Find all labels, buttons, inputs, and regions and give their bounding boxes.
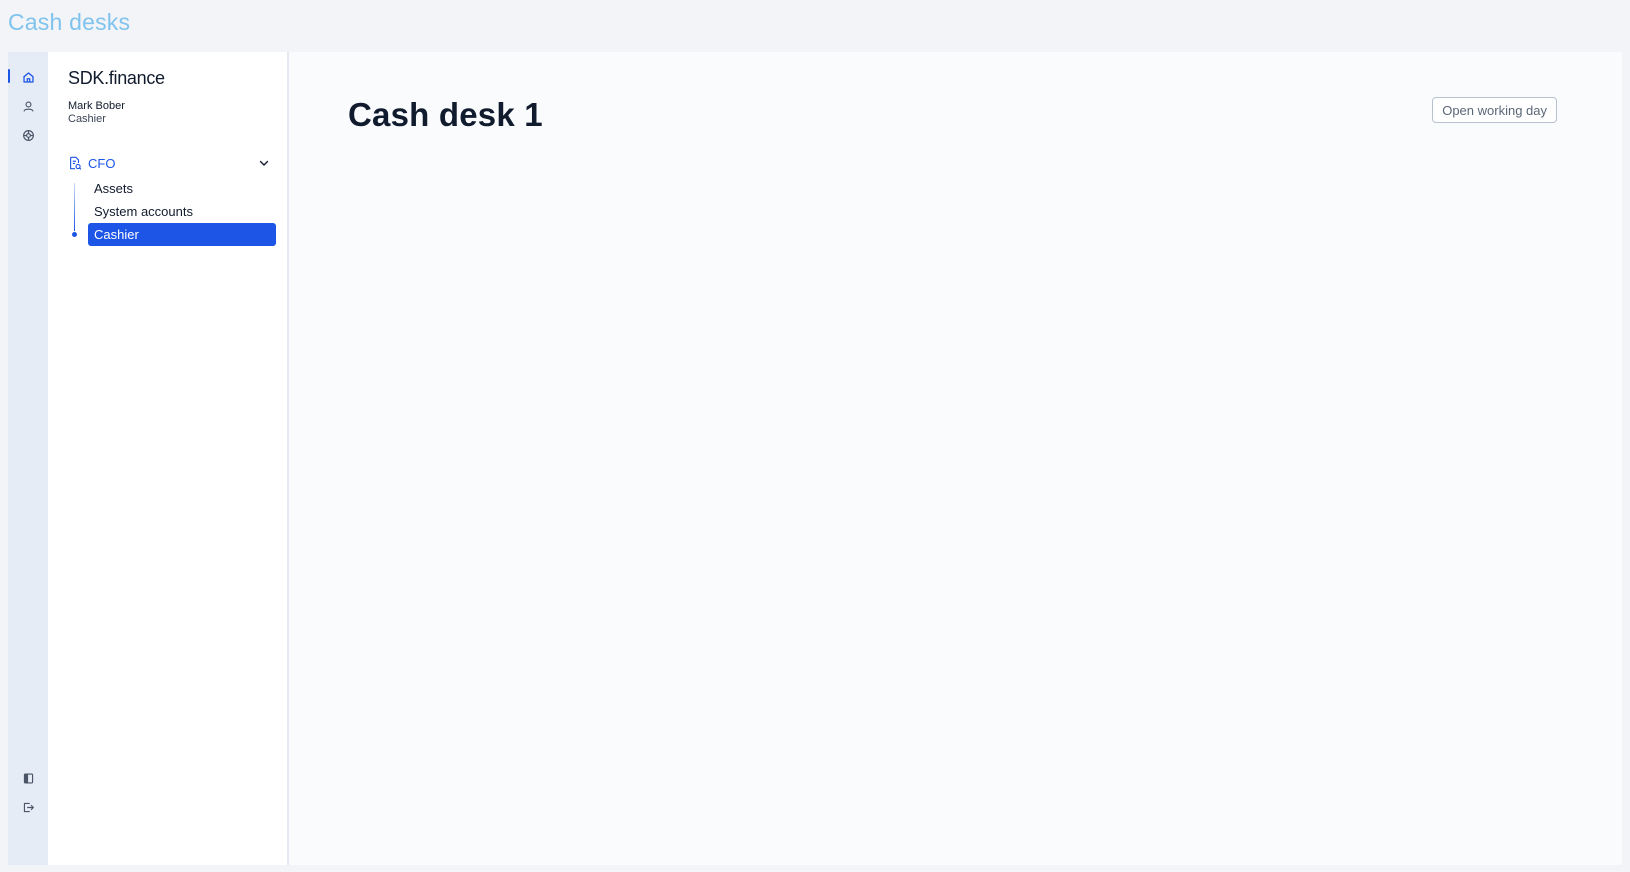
open-working-day-button[interactable]: Open working day [1432,97,1557,123]
chevron-down-icon [258,157,270,169]
document-icon [68,156,82,170]
cash-desk-title: Cash desk 1 [348,96,543,133]
rail-logout-button[interactable] [8,796,48,818]
rail-panel-toggle-button[interactable] [8,767,48,789]
app-window: SDK.finance Mark Bober Cashier CFO Asset… [8,52,1622,865]
icon-rail [8,52,48,865]
user-icon [22,100,34,112]
user-role: Cashier [68,113,106,125]
home-icon [22,71,34,83]
user-name: Mark Bober [68,100,125,112]
page-title: Cash desks [8,9,131,35]
logout-icon [23,802,34,812]
tree-active-dot [72,232,77,237]
rail-settings-button[interactable] [8,124,48,146]
nav-item-system-accounts[interactable]: System accounts [88,200,276,223]
brand-logo: SDK.finance [68,68,165,88]
nav-group-label: CFO [88,155,116,171]
settings-icon [22,129,34,141]
main-content: Cash desk 1 Open working day [289,52,1622,865]
tree-line [74,183,75,231]
rail-user-button[interactable] [8,95,48,117]
rail-home-button[interactable] [8,66,48,88]
nav-item-assets[interactable]: Assets [88,177,276,200]
panel-toggle-icon [23,772,33,784]
nav-group-cfo[interactable]: CFO [68,152,270,174]
sidebar: SDK.finance Mark Bober Cashier CFO Asset… [48,52,289,865]
nav-item-cashier[interactable]: Cashier [88,223,276,246]
